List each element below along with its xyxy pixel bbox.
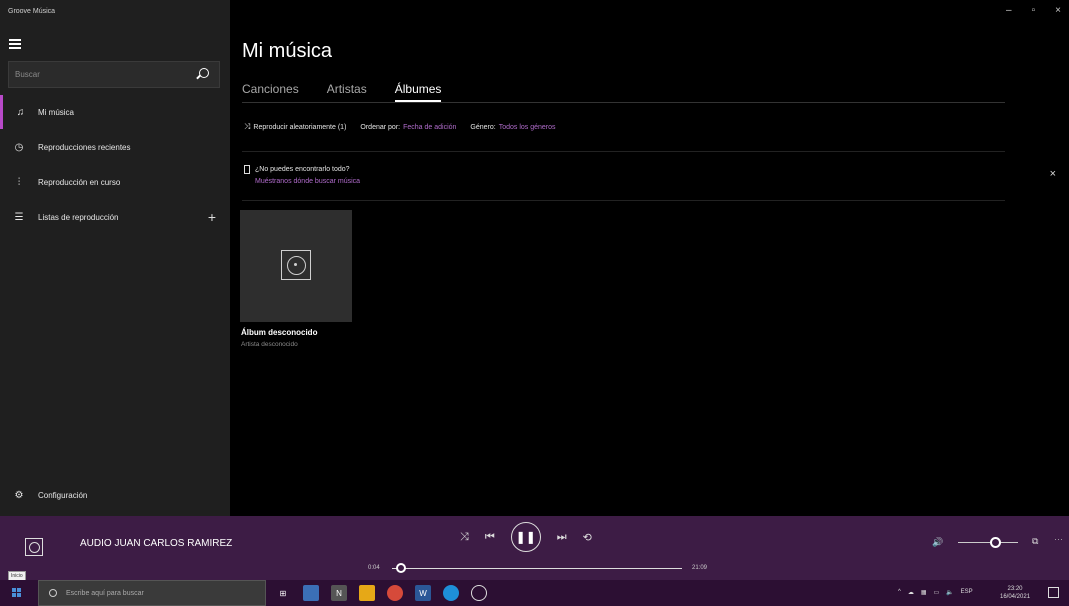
- clock-icon: ◷: [14, 141, 24, 153]
- notice-banner: ¿No puedes encontrarlo todo? Muéstranos …: [244, 165, 360, 185]
- volume-slider[interactable]: [958, 542, 1018, 543]
- tab-artistas[interactable]: Artistas: [327, 82, 367, 102]
- search-input[interactable]: [9, 62, 189, 87]
- sidebar-item-label: Reproducciones recientes: [38, 142, 131, 152]
- volume-handle[interactable]: [990, 537, 1001, 548]
- add-playlist-button[interactable]: +: [208, 209, 216, 225]
- settings-label: Configuración: [38, 490, 88, 500]
- seek-bar[interactable]: [392, 568, 682, 569]
- system-tray: ^ ☁ ▦ ▭ 🔈 ESP: [898, 589, 973, 596]
- chrome-icon[interactable]: [387, 585, 403, 601]
- pause-button[interactable]: ❚❚: [510, 522, 541, 552]
- page-title: Mi música: [242, 40, 333, 62]
- sidebar-item-mi-musica[interactable]: ♫ Mi música: [0, 95, 230, 129]
- network-icon[interactable]: ▦: [921, 589, 927, 596]
- playlist-icon: ☰: [14, 211, 24, 223]
- sidebar-item-recientes[interactable]: ◷ Reproducciones recientes: [0, 130, 230, 164]
- player-bar: AUDIO JUAN CARLOS RAMIREZ ⤨ ⏮ ❚❚ ⏭ ⟲ 0:0…: [0, 516, 1069, 581]
- speaker-icon[interactable]: 🔈: [946, 589, 953, 596]
- sidebar-item-label: Reproducción en curso: [38, 177, 121, 187]
- main-content: – ▫ × Mi música Canciones Artistas Álbum…: [230, 0, 1069, 516]
- sort-value: Fecha de adición: [403, 123, 457, 131]
- shuffle-label: Reproducir aleatoriamente (1): [253, 124, 347, 131]
- notice-divider: [242, 200, 1005, 201]
- music-note-icon: ♫: [16, 106, 25, 118]
- clock-date: 16/04/2021: [1000, 594, 1031, 600]
- shuffle-button[interactable]: ⤨ Reproducir aleatoriamente (1): [244, 122, 346, 132]
- album-placeholder-icon: [281, 250, 311, 280]
- search-icon: [49, 589, 57, 597]
- shuffle-icon[interactable]: ⤨: [460, 531, 469, 544]
- album-tile[interactable]: [240, 210, 352, 322]
- album-artist[interactable]: Artista desconocido: [241, 341, 298, 348]
- edge-icon[interactable]: [443, 585, 459, 601]
- minimize-button[interactable]: –: [1006, 5, 1012, 16]
- battery-icon[interactable]: ▭: [934, 589, 940, 596]
- notice-link[interactable]: Muéstranos dónde buscar música: [255, 178, 360, 185]
- sidebar-item-en-curso[interactable]: ⫶ Reproducción en curso: [0, 165, 230, 199]
- task-view-icon[interactable]: ⊞: [275, 585, 291, 601]
- sort-label: Ordenar por:: [360, 123, 401, 131]
- notice-close-button[interactable]: ×: [1050, 168, 1056, 180]
- previous-icon[interactable]: ⏮: [485, 531, 495, 544]
- cloud-icon[interactable]: ☁: [908, 589, 914, 596]
- search-box[interactable]: [8, 61, 220, 88]
- tabs: Canciones Artistas Álbumes: [242, 82, 442, 102]
- window-controls: – ▫ ×: [1006, 5, 1061, 16]
- sidebar: Groove Música ♫ Mi música ◷ Reproduccion…: [0, 0, 230, 516]
- clock-time: 23:20: [1007, 586, 1023, 592]
- folder-icon[interactable]: [359, 585, 375, 601]
- genre-value: Todos los géneros: [498, 123, 556, 131]
- shuffle-icon: ⤨: [244, 122, 251, 131]
- current-time: 0:04: [368, 565, 380, 571]
- sidebar-item-settings[interactable]: ⚙ Configuración: [0, 478, 230, 512]
- taskbar-search[interactable]: Escribe aquí para buscar: [38, 580, 266, 606]
- sidebar-item-label: Listas de reproducción: [38, 212, 119, 222]
- chevron-up-icon[interactable]: ^: [898, 589, 901, 596]
- file-explorer-icon[interactable]: [303, 585, 319, 601]
- hamburger-menu-icon[interactable]: [9, 39, 21, 49]
- volume-icon[interactable]: 🔊: [932, 537, 943, 548]
- tab-albumes[interactable]: Álbumes: [394, 82, 442, 102]
- tab-canciones[interactable]: Canciones: [242, 82, 299, 102]
- more-options-icon[interactable]: ···: [1054, 534, 1063, 544]
- sort-dropdown[interactable]: Ordenar por: Fecha de adición: [360, 124, 456, 131]
- taskbar-search-placeholder: Escribe aquí para buscar: [66, 590, 144, 597]
- sidebar-item-label: Mi música: [38, 107, 75, 117]
- equalizer-icon: ⫶: [17, 176, 21, 188]
- notification-icon[interactable]: [1048, 587, 1059, 598]
- device-icon: [244, 165, 250, 174]
- notepad-icon[interactable]: N: [331, 585, 347, 601]
- windows-start-icon[interactable]: [12, 588, 21, 597]
- toolbar: ⤨ Reproducir aleatoriamente (1) Ordenar p…: [244, 122, 556, 132]
- groove-icon[interactable]: [471, 585, 487, 601]
- tab-divider: [242, 102, 1005, 103]
- app-title: Groove Música: [8, 8, 56, 15]
- next-icon[interactable]: ⏭: [557, 531, 567, 544]
- mini-view-icon[interactable]: ⧉: [1032, 536, 1038, 547]
- close-window-button[interactable]: ×: [1055, 5, 1061, 16]
- track-title[interactable]: AUDIO JUAN CARLOS RAMIREZ: [80, 538, 232, 549]
- genre-dropdown[interactable]: Género: Todos los géneros: [470, 124, 555, 131]
- now-playing-art-icon[interactable]: [25, 538, 43, 556]
- seek-handle[interactable]: [396, 563, 406, 573]
- pause-icon: ❚❚: [515, 530, 536, 544]
- language-indicator[interactable]: ESP: [961, 589, 973, 596]
- maximize-button[interactable]: ▫: [1032, 5, 1036, 16]
- taskbar-apps: ⊞ N W: [275, 585, 487, 601]
- sidebar-item-listas[interactable]: ☰ Listas de reproducción +: [0, 200, 230, 234]
- taskbar-clock[interactable]: 23:20 16/04/2021: [1000, 585, 1030, 601]
- playback-controls: ⤨ ⏮ ❚❚ ⏭ ⟲: [460, 522, 592, 552]
- total-time: 21:09: [692, 565, 708, 571]
- taskbar: Escribe aquí para buscar ⊞ N W ^ ☁ ▦ ▭ 🔈…: [0, 580, 1069, 606]
- repeat-icon[interactable]: ⟲: [583, 531, 592, 544]
- search-icon[interactable]: [199, 68, 209, 78]
- album-name[interactable]: Álbum desconocido: [241, 328, 317, 337]
- notice-title: ¿No puedes encontrarlo todo?: [255, 166, 350, 173]
- gear-icon: ⚙: [14, 489, 24, 501]
- genre-label: Género:: [470, 123, 496, 131]
- toolbar-divider: [242, 151, 1005, 152]
- word-icon[interactable]: W: [415, 585, 431, 601]
